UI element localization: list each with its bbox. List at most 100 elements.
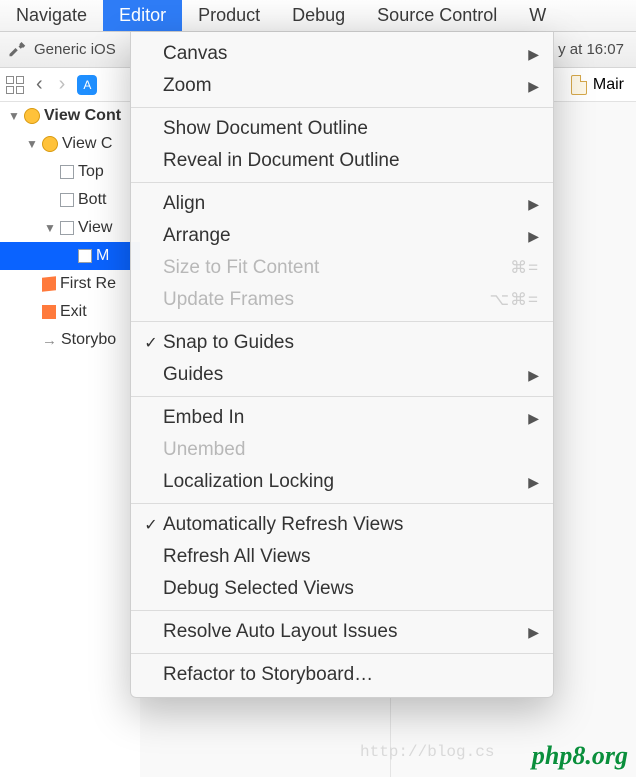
menu-item-label: Reveal in Document Outline — [163, 150, 539, 172]
menu-item[interactable]: ✓Automatically Refresh Views — [131, 509, 553, 541]
submenu-arrow-icon: ▶ — [528, 474, 539, 491]
view-icon — [60, 193, 74, 207]
menu-item-label: Update Frames — [163, 289, 489, 311]
outline-label: Exit — [60, 303, 87, 321]
menu-item-label: Localization Locking — [163, 471, 528, 493]
view-icon — [60, 221, 74, 235]
outline-label: First Re — [60, 275, 116, 293]
menu-product[interactable]: Product — [182, 0, 276, 31]
menu-item-label: Canvas — [163, 43, 528, 65]
menu-item-label: Size to Fit Content — [163, 257, 510, 279]
scheme-label[interactable]: Generic iOS — [34, 41, 116, 58]
first-responder-icon — [42, 276, 56, 291]
storyboard-file-icon — [571, 75, 587, 95]
outline-row[interactable]: Top — [0, 158, 140, 186]
menu-separator — [131, 653, 553, 654]
menu-window-cut[interactable]: W — [513, 0, 552, 31]
menu-item[interactable]: Refresh All Views — [131, 541, 553, 573]
menu-item[interactable]: Localization Locking▶ — [131, 466, 553, 498]
menu-item-label: Refactor to Storyboard… — [163, 664, 539, 686]
menu-item[interactable]: Guides▶ — [131, 359, 553, 391]
outline-label: Bott — [78, 191, 106, 209]
watermark-blog: http://blog.cs — [360, 743, 494, 761]
menu-item-label: Unembed — [163, 439, 539, 461]
outline-row[interactable]: ▼ View Cont — [0, 102, 140, 130]
checkmark-icon: ✓ — [139, 515, 163, 535]
submenu-arrow-icon: ▶ — [528, 410, 539, 427]
watermark-site: php8.org — [532, 741, 628, 771]
submenu-arrow-icon: ▶ — [528, 196, 539, 213]
menu-item-label: Align — [163, 193, 528, 215]
related-items-icon[interactable] — [6, 76, 24, 94]
menu-separator — [131, 182, 553, 183]
menu-item-label: Debug Selected Views — [163, 578, 539, 600]
menu-shortcut: ⌥⌘= — [489, 290, 539, 310]
menu-item[interactable]: Zoom▶ — [131, 70, 553, 102]
submenu-arrow-icon: ▶ — [528, 367, 539, 384]
menu-item-label: Automatically Refresh Views — [163, 514, 539, 536]
assistant-doc[interactable]: Mair — [571, 75, 630, 95]
assistant-doc-label: Mair — [593, 76, 624, 94]
menu-item[interactable]: ✓Snap to Guides — [131, 327, 553, 359]
document-outline: ▼ View Cont ▼ View C Top Bott ▼ View M First Re Ex… — [0, 102, 140, 777]
outline-row[interactable]: M — [0, 242, 140, 270]
menu-navigate[interactable]: Navigate — [0, 0, 103, 31]
menu-item-label: Guides — [163, 364, 528, 386]
menu-item[interactable]: Arrange▶ — [131, 220, 553, 252]
segue-arrow-icon: → — [42, 332, 57, 349]
outline-label: View Cont — [44, 107, 121, 125]
outline-row[interactable]: →Storybo — [0, 326, 140, 354]
menu-item[interactable]: Resolve Auto Layout Issues▶ — [131, 616, 553, 648]
scene-icon — [42, 136, 58, 152]
appstore-icon[interactable]: A — [77, 75, 97, 95]
menu-item[interactable]: Reveal in Document Outline — [131, 145, 553, 177]
menu-item-label: Show Document Outline — [163, 118, 539, 140]
outline-label: View — [78, 219, 112, 237]
menu-item: Unembed — [131, 434, 553, 466]
menu-item-label: Snap to Guides — [163, 332, 539, 354]
nav-back-icon[interactable]: ‹ — [32, 73, 47, 96]
hammer-icon — [8, 39, 26, 61]
disclosure-triangle-icon[interactable]: ▼ — [8, 109, 20, 123]
outline-label: View C — [62, 135, 112, 153]
outline-row[interactable]: First Re — [0, 270, 140, 298]
menu-debug[interactable]: Debug — [276, 0, 361, 31]
menu-item-label: Zoom — [163, 75, 528, 97]
menu-editor[interactable]: Editor — [103, 0, 182, 31]
menu-item-label: Embed In — [163, 407, 528, 429]
menu-shortcut: ⌘= — [510, 258, 539, 278]
outline-row[interactable]: ▼ View C — [0, 130, 140, 158]
disclosure-triangle-icon[interactable]: ▼ — [26, 137, 38, 151]
menubar: Navigate Editor Product Debug Source Con… — [0, 0, 636, 32]
submenu-arrow-icon: ▶ — [528, 46, 539, 63]
menu-separator — [131, 107, 553, 108]
outline-row[interactable]: Bott — [0, 186, 140, 214]
nav-forward-icon: › — [55, 73, 70, 96]
outline-label: Top — [78, 163, 104, 181]
menu-separator — [131, 610, 553, 611]
exit-icon — [42, 305, 56, 319]
submenu-arrow-icon: ▶ — [528, 78, 539, 95]
outline-row[interactable]: Exit — [0, 298, 140, 326]
menu-source-control[interactable]: Source Control — [361, 0, 513, 31]
view-icon — [60, 165, 74, 179]
menu-separator — [131, 321, 553, 322]
menu-item[interactable]: Show Document Outline — [131, 113, 553, 145]
outline-label: Storybo — [61, 331, 116, 349]
menu-item[interactable]: Canvas▶ — [131, 38, 553, 70]
menu-item[interactable]: Refactor to Storyboard… — [131, 659, 553, 691]
menu-item[interactable]: Align▶ — [131, 188, 553, 220]
submenu-arrow-icon: ▶ — [528, 228, 539, 245]
menu-separator — [131, 503, 553, 504]
scene-icon — [24, 108, 40, 124]
checkmark-icon: ✓ — [139, 333, 163, 353]
menu-item-label: Refresh All Views — [163, 546, 539, 568]
disclosure-triangle-icon[interactable]: ▼ — [44, 221, 56, 235]
menu-item-label: Resolve Auto Layout Issues — [163, 621, 528, 643]
view-icon — [78, 249, 92, 263]
menu-item-label: Arrange — [163, 225, 528, 247]
menu-item[interactable]: Debug Selected Views — [131, 573, 553, 605]
menu-item[interactable]: Embed In▶ — [131, 402, 553, 434]
menu-item: Size to Fit Content⌘= — [131, 252, 553, 284]
outline-row[interactable]: ▼ View — [0, 214, 140, 242]
